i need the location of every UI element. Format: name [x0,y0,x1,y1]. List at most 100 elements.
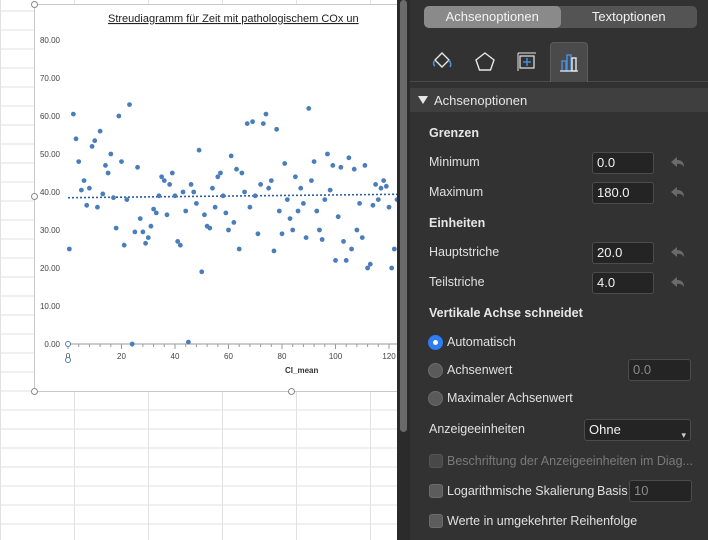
resize-handle-bottom-left[interactable] [31,388,38,395]
data-point[interactable] [386,204,392,210]
data-point[interactable] [185,339,191,345]
data-point[interactable] [169,170,175,176]
scatter-chart[interactable]: Streudiagramm für Zeit mit pathologische… [35,5,398,392]
show-display-units-checkbox[interactable] [429,454,443,468]
data-point[interactable] [311,159,317,165]
data-point[interactable] [260,121,266,126]
data-point[interactable] [228,153,234,159]
data-point[interactable] [349,246,354,252]
minor-unit-input[interactable]: 4.0 [592,272,654,294]
major-unit-input[interactable]: 20.0 [592,242,654,264]
data-point[interactable] [180,189,186,195]
data-points[interactable] [65,102,398,347]
x-axis-title[interactable]: CI_mean [285,366,318,375]
trendline[interactable] [67,193,398,199]
data-point[interactable] [271,248,277,254]
crosses-automatic-radio[interactable] [428,335,443,350]
data-point[interactable] [73,136,79,142]
data-point[interactable] [338,164,344,170]
data-point[interactable] [188,182,194,187]
data-point[interactable] [164,212,170,218]
data-point[interactable] [244,121,250,126]
scrollbar-thumb[interactable] [400,0,407,432]
crosses-axis-value-radio[interactable] [428,363,443,378]
vertical-scrollbar[interactable] [397,0,410,540]
data-point[interactable] [76,159,82,165]
data-point[interactable] [373,182,379,187]
data-point[interactable] [172,193,178,199]
spreadsheet-area[interactable]: Streudiagramm für Zeit mit pathologische… [0,0,398,540]
effects-tab[interactable] [466,42,504,82]
axis-selection-handle-left[interactable] [65,341,71,347]
data-point[interactable] [303,235,309,241]
data-point[interactable] [343,258,349,263]
data-point[interactable] [357,201,362,206]
data-point[interactable] [367,261,373,267]
data-point[interactable] [258,182,263,187]
data-point[interactable] [351,166,357,172]
data-point[interactable] [92,138,98,144]
data-point[interactable] [97,128,103,134]
display-units-dropdown[interactable]: Ohne ▾ [584,419,691,441]
data-point[interactable] [346,155,352,161]
data-point[interactable] [199,269,205,275]
data-point[interactable] [268,178,274,184]
data-point[interactable] [70,111,76,117]
data-point[interactable] [116,113,122,119]
log-scale-label[interactable]: Logarithmische Skalierung [447,484,594,498]
tab-text-options[interactable]: Textoptionen [561,6,698,28]
data-point[interactable] [292,174,298,180]
data-point[interactable] [145,235,151,241]
data-point[interactable] [333,258,338,263]
data-point[interactable] [327,187,333,193]
data-point[interactable] [250,119,255,125]
data-point[interactable] [226,227,231,233]
data-point[interactable] [212,204,218,210]
data-point[interactable] [153,210,159,216]
data-point[interactable] [276,208,282,214]
data-point[interactable] [103,163,108,168]
data-point[interactable] [84,202,90,208]
data-point[interactable] [161,178,167,184]
data-point[interactable] [317,227,322,233]
data-point[interactable] [359,235,365,241]
data-point[interactable] [111,195,116,201]
chart-title[interactable]: Streudiagramm für Zeit mit pathologische… [108,13,359,25]
data-point[interactable] [127,102,132,107]
resize-handle-mid-left[interactable] [31,193,38,200]
tab-axis-options[interactable]: Achsenoptionen [424,6,561,28]
chart-object[interactable]: Streudiagramm für Zeit mit pathologische… [34,4,398,392]
data-point[interactable] [148,223,154,229]
data-point[interactable] [231,220,237,225]
data-point[interactable] [354,227,360,233]
data-point[interactable] [137,216,143,222]
data-point[interactable] [389,265,395,271]
data-point[interactable] [282,161,288,166]
reverse-order-label[interactable]: Werte in umgekehrter Reihenfolge [447,514,637,528]
data-point[interactable] [113,225,119,231]
data-point[interactable] [370,202,376,208]
data-point[interactable] [247,204,253,210]
data-point[interactable] [220,193,226,199]
data-point[interactable] [210,185,215,191]
data-point[interactable] [108,151,114,157]
data-point[interactable] [156,193,162,199]
crosses-axis-value-input[interactable]: 0.0 [628,359,691,381]
reset-minimum-icon[interactable] [668,154,686,172]
data-point[interactable] [322,197,328,203]
resize-handle-bottom-mid[interactable] [288,388,295,395]
minimum-input[interactable]: 0.0 [592,152,654,174]
data-point[interactable] [66,246,72,252]
crosses-axis-value-label[interactable]: Achsenwert [447,363,512,377]
fill-line-tab[interactable] [424,42,462,82]
data-point[interactable] [290,227,296,233]
data-point[interactable] [279,231,285,237]
data-point[interactable] [239,170,245,176]
data-point[interactable] [207,225,213,231]
data-point[interactable] [78,187,84,193]
data-point[interactable] [298,185,304,191]
log-base-input[interactable]: 10 [629,480,692,502]
data-point[interactable] [255,231,261,237]
data-point[interactable] [319,237,325,242]
data-point[interactable] [81,178,87,184]
